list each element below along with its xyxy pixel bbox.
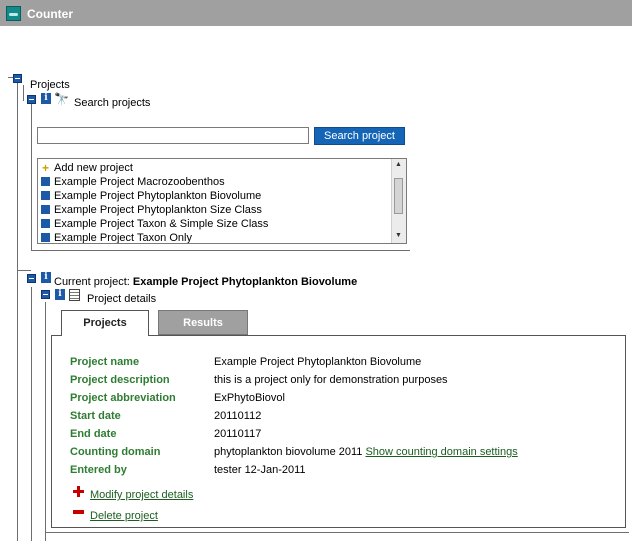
add-icon [73, 486, 84, 497]
tree-line [23, 85, 24, 101]
search-projects-label: Search projects [74, 97, 151, 109]
info-icon[interactable]: i [55, 289, 65, 300]
list-item[interactable]: Example Project Phytoplankton Size Class [41, 203, 262, 217]
field-label: Project abbreviation [70, 392, 176, 404]
app-title: Counter [27, 7, 73, 21]
show-counting-domain-link[interactable]: Show counting domain settings [365, 446, 517, 458]
project-icon [41, 205, 50, 214]
project-icon [41, 191, 50, 200]
details-collapse-icon[interactable] [41, 290, 50, 299]
field-label: Entered by [70, 464, 127, 476]
project-listbox[interactable]: + Add new project Example Project Macrozo… [37, 158, 407, 244]
counter-icon [6, 6, 21, 21]
plus-icon: + [41, 161, 49, 175]
list-scrollbar[interactable]: ▲ ▼ [391, 159, 406, 243]
tree-line [31, 250, 410, 251]
project-icon [41, 177, 50, 186]
title-bar: Counter [0, 0, 632, 26]
search-input[interactable] [37, 127, 309, 144]
field-label: Project description [70, 374, 170, 386]
delete-icon [73, 510, 84, 514]
field-value: Example Project Phytoplankton Biovolume [214, 356, 422, 368]
tab-projects[interactable]: Projects [61, 310, 149, 336]
field-value: phytoplankton biovolume 2011 Show counti… [214, 446, 518, 458]
field-value: this is a project only for demonstration… [214, 374, 448, 386]
field-label: Counting domain [70, 446, 161, 458]
delete-project-link[interactable]: Delete project [90, 510, 158, 522]
tree-line [17, 75, 18, 541]
project-details-panel: Project name Example Project Phytoplankt… [51, 335, 626, 528]
search-collapse-icon[interactable] [27, 95, 36, 104]
info-icon[interactable]: i [41, 93, 51, 104]
tree-line [45, 302, 46, 541]
list-item[interactable]: Example Project Phytoplankton Biovolume [41, 189, 261, 203]
current-project-name: Example Project Phytoplankton Biovolume [132, 276, 358, 288]
project-details-label: Project details [87, 293, 157, 305]
current-project-label: Current project: Example Project Phytopl… [54, 276, 358, 288]
document-icon [69, 289, 80, 301]
tree-line [31, 287, 32, 541]
scroll-up-icon[interactable]: ▲ [395, 161, 402, 168]
list-item[interactable]: Example Project Taxon Only [41, 231, 192, 243]
field-value: 20110112 [214, 410, 262, 422]
scroll-down-icon[interactable]: ▼ [395, 232, 402, 239]
field-label: Project name [70, 356, 140, 368]
tree-line [31, 104, 32, 250]
projects-collapse-icon[interactable] [13, 74, 22, 83]
field-value: tester 12-Jan-2011 [214, 464, 306, 476]
scroll-thumb[interactable] [394, 178, 403, 214]
list-item[interactable]: Example Project Macrozoobenthos [41, 175, 225, 189]
tab-results[interactable]: Results [158, 310, 248, 335]
search-project-button[interactable]: Search project [314, 127, 405, 145]
field-value: ExPhytoBiovol [214, 392, 285, 404]
project-icon [41, 233, 50, 242]
field-value: 20110117 [214, 428, 262, 440]
project-icon [41, 219, 50, 228]
tree-line [17, 270, 31, 271]
current-project-collapse-icon[interactable] [27, 274, 36, 283]
tree-line [45, 532, 629, 533]
add-new-project-item[interactable]: + Add new project [41, 161, 133, 175]
info-icon[interactable]: i [41, 272, 51, 283]
binoculars-icon: 🔭 [54, 92, 69, 106]
list-item[interactable]: Example Project Taxon & Simple Size Clas… [41, 217, 268, 231]
field-label: Start date [70, 410, 121, 422]
field-label: End date [70, 428, 117, 440]
modify-project-link[interactable]: Modify project details [90, 489, 193, 501]
projects-node-label: Projects [30, 79, 70, 91]
